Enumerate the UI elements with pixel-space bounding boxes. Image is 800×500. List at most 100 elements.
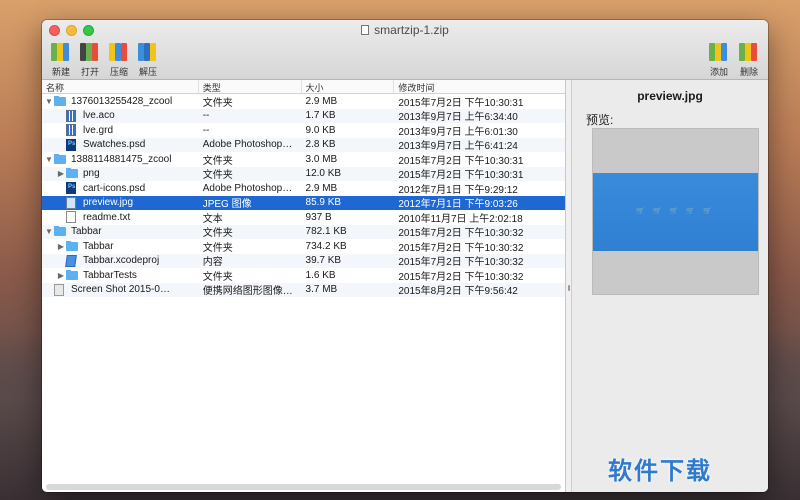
cell-type: 文件夹	[202, 155, 233, 167]
add-button[interactable]: 添加	[704, 40, 734, 78]
column-header-size[interactable]: 大小	[302, 80, 395, 93]
cell-date: 2015年7月2日 下午10:30:32	[398, 257, 524, 269]
add-icon	[707, 40, 731, 62]
cell-type: 文本	[202, 213, 223, 225]
cell-date: 2015年7月2日 下午10:30:32	[398, 271, 524, 283]
compress-button[interactable]: 压缩	[104, 40, 134, 78]
cell-type: 文件夹	[202, 97, 233, 109]
cell-name: ▼ 1388114881475_zcool	[42, 153, 199, 165]
cell-type: 文件夹	[202, 271, 233, 283]
grid-file-icon	[66, 124, 76, 137]
folder-icon	[54, 95, 66, 106]
open-button[interactable]: 打开	[75, 40, 105, 78]
cell-size: 782.1 KB	[305, 226, 347, 238]
file-name: cart-icons.psd	[83, 182, 146, 194]
cell-name: readme.txt	[42, 211, 199, 224]
folder-icon	[54, 226, 66, 237]
cell-type: 内容	[202, 257, 223, 269]
delete-label: 删除	[739, 67, 758, 77]
cell-type: 文件夹	[202, 242, 233, 254]
cell-type: --	[202, 110, 210, 122]
table-row[interactable]: Tabbar.xcodeproj 内容 39.7 KB 2015年7月2日 下午10:…	[42, 253, 565, 269]
cell-date: 2015年8月2日 下午9:56:42	[398, 286, 518, 298]
open-archive-icon	[78, 40, 102, 62]
cell-date: 2015年7月2日 下午10:30:31	[398, 170, 524, 182]
table-row[interactable]: ▶ TabbarTests 文件夹 1.6 KB 2015年7月2日 下午10:30:3…	[42, 268, 565, 283]
delete-icon	[737, 40, 761, 62]
cell-type: JPEG 图像	[202, 199, 252, 211]
preview-image: 🛒 🛒 🛒 🛒 🛒	[592, 128, 759, 295]
cell-name: ▶ Tabbar	[42, 240, 199, 252]
cell-date: 2012年7月1日 下午9:03:26	[398, 199, 518, 211]
disclosure-triangle-icon[interactable]: ▼	[44, 155, 54, 164]
file-name: Tabbar.xcodeproj	[83, 255, 160, 267]
table-row[interactable]: cart-icons.psd Adobe Photoshop… 2.9 MB 2012…	[42, 181, 565, 196]
extract-label: 解压	[138, 67, 157, 77]
preview-label: 预览:	[586, 113, 614, 127]
folder-icon	[66, 269, 78, 280]
file-name: 1388114881475_zcool	[71, 153, 172, 165]
cell-date: 2015年7月2日 下午10:30:32	[398, 242, 524, 254]
cell-type: 文件夹	[202, 228, 233, 240]
cell-size: 2.9 MB	[305, 182, 338, 194]
table-row[interactable]: ▼ 1376013255428_zcool 文件夹 2.9 MB 2015年7月2日 下…	[42, 94, 565, 109]
file-rows: ▼ 1376013255428_zcool 文件夹 2.9 MB 2015年7月2日 下…	[42, 94, 565, 297]
file-name: png	[83, 168, 100, 180]
table-row[interactable]: Screen Shot 2015-0… 便携网络图形图像… 3.7 MB 2015年8…	[42, 282, 565, 298]
table-row[interactable]: readme.txt 文本 937 B 2010年11月7日 上午2:02:18	[42, 210, 565, 225]
table-row[interactable]: preview.jpg JPEG 图像 85.9 KB 2012年7月1日 下午9:0…	[42, 195, 565, 211]
column-header-type[interactable]: 类型	[199, 80, 302, 93]
extract-button[interactable]: 解压	[133, 40, 163, 78]
compress-icon	[107, 40, 131, 62]
horizontal-scrollbar[interactable]	[46, 484, 561, 490]
cell-name: cart-icons.psd	[42, 182, 199, 195]
cell-name: ▼ 1376013255428_zcool	[42, 95, 199, 107]
disclosure-triangle-icon[interactable]: ▶	[56, 242, 66, 251]
table-row[interactable]: lve.aco -- 1.7 KB 2013年9月7日 上午6:34:40	[42, 108, 565, 123]
disclosure-triangle-icon[interactable]: ▼	[44, 227, 54, 236]
cell-size: 9.0 KB	[305, 124, 336, 136]
cell-name: ▶ png	[42, 168, 199, 179]
column-header-date[interactable]: 修改时间	[394, 80, 565, 93]
table-row[interactable]: ▶ Tabbar 文件夹 734.2 KB 2015年7月2日 下午10:30:32	[42, 239, 565, 254]
folder-icon	[54, 153, 66, 164]
preview-pane: preview.jpg 预览: 🛒 🛒 🛒 🛒 🛒 软件下载	[572, 80, 768, 492]
cell-date: 2010年11月7日 上午2:02:18	[398, 213, 523, 225]
folder-icon	[66, 168, 78, 179]
file-name: lve.aco	[83, 110, 115, 122]
table-row[interactable]: Swatches.psd Adobe Photoshop… 2.8 KB 2013年9…	[42, 137, 565, 152]
disclosure-triangle-icon[interactable]: ▶	[56, 169, 66, 178]
img-file-icon	[66, 196, 76, 209]
new-button[interactable]: 新建	[46, 40, 76, 78]
cell-date: 2013年9月7日 上午6:01:30	[398, 126, 518, 138]
window-title-text: smartzip-1.zip	[374, 23, 449, 37]
cell-name: Tabbar.xcodeproj	[42, 254, 199, 267]
table-header: 名称 类型 大小 修改时间	[42, 80, 565, 94]
file-name: readme.txt	[83, 211, 131, 223]
cell-size: 85.9 KB	[305, 197, 342, 209]
file-name: 1376013255428_zcool	[71, 95, 173, 107]
ps-file-icon	[66, 138, 76, 151]
table-row[interactable]: lve.grd -- 9.0 KB 2013年9月7日 上午6:01:30	[42, 123, 565, 138]
compress-label: 压缩	[109, 67, 128, 77]
shot-file-icon	[54, 283, 64, 296]
cell-size: 3.0 MB	[305, 153, 338, 165]
cell-name: Screen Shot 2015-0…	[42, 283, 199, 296]
cell-date: 2012年7月1日 下午9:29:12	[398, 184, 518, 196]
disclosure-triangle-icon[interactable]: ▶	[56, 271, 66, 280]
cell-date: 2015年7月2日 下午10:30:31	[398, 155, 524, 167]
disclosure-triangle-icon[interactable]: ▼	[44, 97, 54, 106]
table-row[interactable]: ▼ Tabbar 文件夹 782.1 KB 2015年7月2日 下午10:30:32	[42, 224, 565, 240]
table-row[interactable]: ▶ png 文件夹 12.0 KB 2015年7月2日 下午10:30:31	[42, 166, 565, 182]
open-label: 打开	[80, 67, 99, 77]
table-row[interactable]: ▼ 1388114881475_zcool 文件夹 3.0 MB 2015年7月2日 下…	[42, 152, 565, 167]
watermark: 软件下载	[608, 458, 712, 485]
window-title: smartzip-1.zip	[42, 23, 768, 37]
cell-size: 734.2 KB	[305, 240, 347, 252]
delete-button[interactable]: 删除	[734, 40, 764, 78]
cell-size: 1.7 KB	[305, 110, 336, 122]
cart-icons-text: 🛒 🛒 🛒 🛒 🛒	[636, 208, 715, 215]
txt-file-icon	[66, 211, 76, 224]
file-name: lve.grd	[83, 124, 114, 136]
column-header-name[interactable]: 名称	[42, 80, 199, 93]
